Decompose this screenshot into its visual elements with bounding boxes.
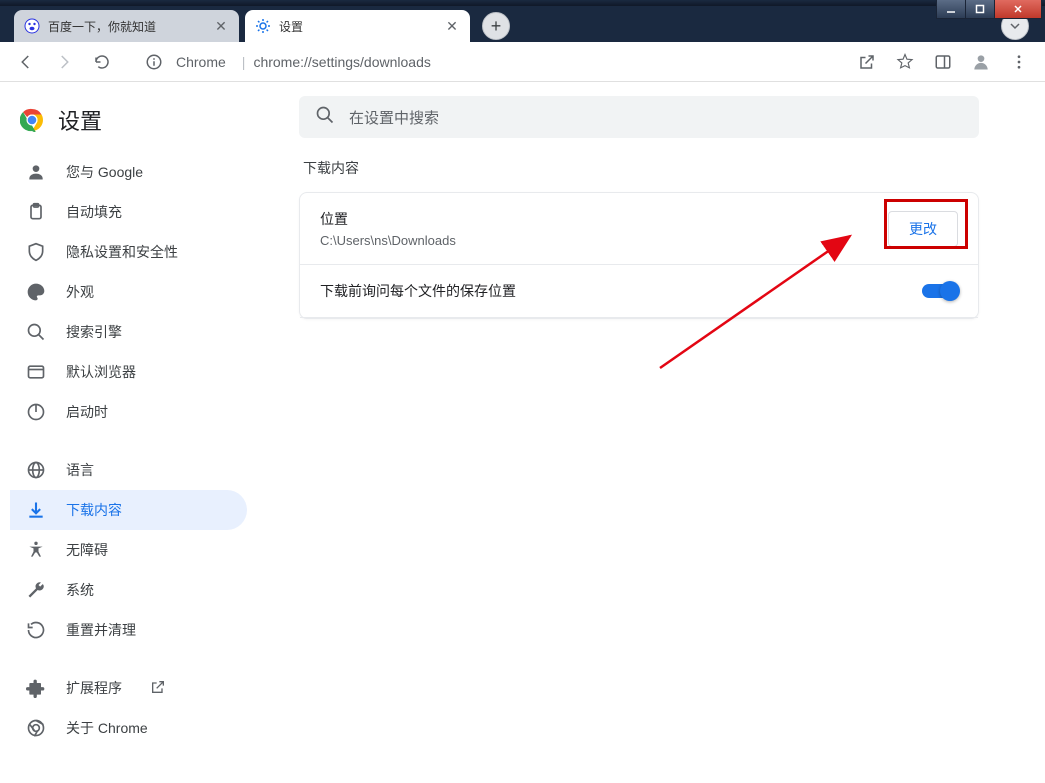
ask-before-download-row: 下载前询问每个文件的保存位置 [300, 265, 978, 318]
location-value: C:\Users\ns\Downloads [320, 233, 888, 248]
palette-icon [26, 282, 46, 302]
window-minimize-button[interactable] [936, 0, 966, 19]
wrench-icon [26, 580, 46, 600]
sidebar-item-label: 语言 [66, 460, 94, 480]
settings-search[interactable]: 在设置中搜索 [299, 96, 979, 138]
settings-page: 设置 您与 Google 自动填充 隐私设置和安全性 外观 搜索引擎 默认浏览器… [0, 82, 1045, 783]
sidebar-item-label: 自动填充 [66, 202, 122, 222]
site-info-icon[interactable] [138, 46, 170, 78]
nav-section-2: 语言 下载内容 无障碍 系统 重置并清理 [10, 450, 247, 650]
restore-icon [26, 620, 46, 640]
sidebar-item-on-startup[interactable]: 启动时 [10, 392, 247, 432]
sidebar-item-you-and-google[interactable]: 您与 Google [10, 152, 247, 192]
sidebar-item-label: 系统 [66, 580, 94, 600]
shield-icon [26, 242, 46, 262]
ask-before-toggle[interactable] [922, 284, 958, 298]
new-tab-button[interactable]: + [482, 12, 510, 40]
gear-favicon-icon [255, 18, 271, 34]
sidebar-item-accessibility[interactable]: 无障碍 [10, 530, 247, 570]
external-link-icon [150, 679, 166, 698]
tab-strip: 百度一下，你就知道 ✕ 设置 ✕ + [0, 6, 1045, 42]
sidebar-item-label: 您与 Google [66, 162, 143, 182]
nav-section-1: 您与 Google 自动填充 隐私设置和安全性 外观 搜索引擎 默认浏览器 启动… [10, 152, 247, 432]
sidebar-item-languages[interactable]: 语言 [10, 450, 247, 490]
download-icon [26, 500, 46, 520]
window-titlebar [0, 0, 1045, 6]
browser-toolbar: Chrome | chrome://settings/downloads [0, 42, 1045, 82]
search-placeholder: 在设置中搜索 [349, 107, 439, 128]
settings-sidebar: 设置 您与 Google 自动填充 隐私设置和安全性 外观 搜索引擎 默认浏览器… [0, 82, 255, 783]
address-bar[interactable]: Chrome | chrome://settings/downloads [176, 47, 845, 77]
sidebar-item-default-browser[interactable]: 默认浏览器 [10, 352, 247, 392]
browser-icon [26, 362, 46, 382]
location-label: 位置 [320, 209, 888, 229]
window-maximize-button[interactable] [965, 0, 995, 19]
nav-section-3: 扩展程序 关于 Chrome [10, 668, 247, 748]
sidebar-item-label: 下载内容 [66, 500, 122, 520]
sidebar-item-system[interactable]: 系统 [10, 570, 247, 610]
sidebar-item-extensions[interactable]: 扩展程序 [10, 668, 247, 708]
downloads-card: 位置 C:\Users\ns\Downloads 更改 下载前询问每个文件的保存… [299, 192, 979, 319]
baidu-favicon-icon [24, 18, 40, 34]
section-title: 下载内容 [303, 158, 985, 178]
page-title: 设置 [58, 104, 102, 136]
sidebar-header: 设置 [10, 100, 247, 152]
settings-main: 在设置中搜索 下载内容 位置 C:\Users\ns\Downloads 更改 … [255, 82, 1045, 783]
sidebar-item-label: 无障碍 [66, 540, 108, 560]
bookmark-button[interactable] [889, 46, 921, 78]
accessibility-icon [26, 540, 46, 560]
sidebar-item-appearance[interactable]: 外观 [10, 272, 247, 312]
sidebar-item-autofill[interactable]: 自动填充 [10, 192, 247, 232]
clipboard-icon [26, 202, 46, 222]
sidebar-item-downloads[interactable]: 下载内容 [10, 490, 247, 530]
extension-icon [26, 678, 46, 698]
sidebar-item-label: 隐私设置和安全性 [66, 242, 178, 262]
sidebar-item-label: 扩展程序 [66, 678, 122, 698]
tab-baidu[interactable]: 百度一下，你就知道 ✕ [14, 10, 239, 42]
person-icon [26, 162, 46, 182]
ask-before-label: 下载前询问每个文件的保存位置 [320, 281, 922, 301]
search-icon [26, 322, 46, 342]
sidebar-item-search-engine[interactable]: 搜索引擎 [10, 312, 247, 352]
share-button[interactable] [851, 46, 883, 78]
url-path: chrome://settings/downloads [253, 54, 430, 70]
side-panel-button[interactable] [927, 46, 959, 78]
chrome-outline-icon [26, 718, 46, 738]
globe-icon [26, 460, 46, 480]
tab-title: 设置 [279, 18, 303, 35]
origin-label: Chrome [176, 54, 226, 70]
tab-settings[interactable]: 设置 ✕ [245, 10, 470, 42]
profile-button[interactable] [965, 46, 997, 78]
sidebar-item-privacy[interactable]: 隐私设置和安全性 [10, 232, 247, 272]
power-icon [26, 402, 46, 422]
chrome-logo-icon [20, 108, 44, 132]
change-location-button[interactable]: 更改 [888, 211, 958, 247]
sidebar-item-label: 重置并清理 [66, 620, 136, 640]
menu-button[interactable] [1003, 46, 1035, 78]
download-location-row: 位置 C:\Users\ns\Downloads 更改 [300, 193, 978, 265]
search-icon [315, 105, 335, 129]
sidebar-item-label: 搜索引擎 [66, 322, 122, 342]
sidebar-item-label: 启动时 [66, 402, 108, 422]
tab-close-icon[interactable]: ✕ [213, 18, 229, 34]
reload-button[interactable] [86, 46, 118, 78]
window-close-button[interactable] [994, 0, 1042, 19]
sidebar-item-about-chrome[interactable]: 关于 Chrome [10, 708, 247, 748]
sidebar-item-label: 默认浏览器 [66, 362, 136, 382]
tab-close-icon[interactable]: ✕ [444, 18, 460, 34]
sidebar-item-label: 关于 Chrome [66, 718, 148, 738]
forward-button[interactable] [48, 46, 80, 78]
tab-title: 百度一下，你就知道 [48, 18, 156, 35]
sidebar-item-reset[interactable]: 重置并清理 [10, 610, 247, 650]
sidebar-item-label: 外观 [66, 282, 94, 302]
back-button[interactable] [10, 46, 42, 78]
